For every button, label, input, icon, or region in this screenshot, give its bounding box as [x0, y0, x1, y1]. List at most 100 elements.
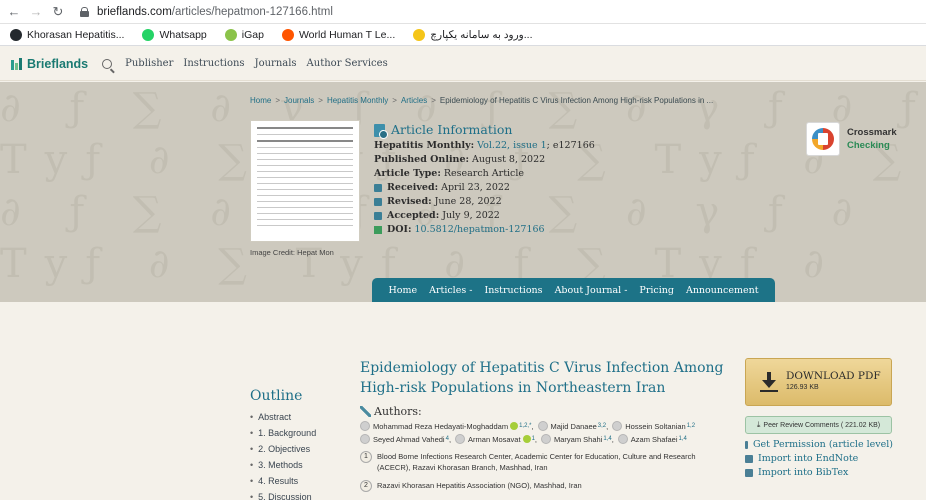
- journal-tab[interactable]: Announcement: [686, 285, 759, 296]
- lock-icon[interactable]: [80, 6, 89, 17]
- affiliation: 1 Blood Borne Infections Research Center,…: [360, 451, 730, 473]
- bookmark-item[interactable]: iGap: [224, 28, 264, 41]
- affiliation-list: 1 Blood Borne Infections Research Center,…: [360, 451, 730, 492]
- author-affiliation-number: 1,4: [603, 436, 612, 442]
- crossmark-status: Checking: [847, 140, 890, 151]
- brieflands-logo[interactable]: Brieflands: [11, 57, 88, 71]
- outline-item[interactable]: 5. Discussion: [250, 492, 316, 500]
- journal-tab[interactable]: Pricing: [639, 285, 674, 296]
- journal-tab[interactable]: Articles -: [429, 285, 472, 296]
- author[interactable]: Azam Shafaei 1,4: [617, 434, 687, 444]
- address-bar[interactable]: brieflands.com/articles/hepatmon-127166.…: [97, 6, 333, 18]
- nav-link-publisher[interactable]: Publisher: [125, 58, 173, 69]
- avatar-icon: [617, 434, 628, 444]
- author[interactable]: Majid Danaee 3,2,: [537, 421, 608, 431]
- affiliation-number: 1: [360, 451, 372, 463]
- tool-link[interactable]: Get Permission (article level): [745, 438, 893, 452]
- calendar-icon: [374, 184, 382, 192]
- crossmark-widget[interactable]: Crossmark Checking: [806, 122, 897, 156]
- github-icon: [10, 28, 22, 41]
- reload-icon[interactable]: ↻: [50, 4, 66, 20]
- avatar-icon: [537, 421, 548, 431]
- outline-item[interactable]: 4. Results: [250, 476, 316, 492]
- tool-link-label: Import into BibTex: [758, 467, 849, 478]
- author-name[interactable]: Majid Danaee: [551, 422, 597, 431]
- breadcrumb-current: Epidemiology of Hepatitis C Virus Infect…: [439, 96, 714, 105]
- peer-review-button[interactable]: ⤓ Peer Review Comments ( 221.02 KB): [745, 416, 892, 434]
- bookmark-item[interactable]: Khorasan Hepatitis...: [10, 28, 124, 41]
- author[interactable]: Hossein Soltanian 1,2: [612, 421, 695, 431]
- author-name[interactable]: Seyed Ahmad Vahedi: [373, 435, 445, 444]
- author[interactable]: Maryam Shahi 1,4,: [541, 434, 614, 444]
- author-name[interactable]: Mohammad Reza Hedayati-Moghaddam: [373, 422, 508, 431]
- breadcrumb-separator: >: [318, 96, 323, 105]
- journal-tab[interactable]: About Journal -: [555, 285, 628, 296]
- doi-link[interactable]: 10.5812/hepatmon-127166: [414, 223, 544, 237]
- breadcrumb-link[interactable]: Journals: [284, 96, 314, 105]
- url-path: /articles/hepatmon-127166.html: [171, 5, 333, 18]
- doi-icon: [374, 226, 382, 234]
- breadcrumb-link[interactable]: Hepatitis Monthly: [327, 96, 388, 105]
- author-name[interactable]: Maryam Shahi: [554, 435, 602, 444]
- nav-link-journals[interactable]: Journals: [255, 58, 297, 69]
- bookmark-label: ورود به سامانه یکپارچ...: [430, 28, 533, 41]
- author-name[interactable]: Arman Mosavat: [468, 435, 521, 444]
- crossmark-text: Crossmark Checking: [847, 127, 897, 151]
- author-separator: ,: [448, 434, 452, 444]
- avatar-icon: [612, 421, 623, 431]
- author-separator: ,: [534, 434, 537, 444]
- top-nav: Publisher Instructions Journals Author Serv…: [120, 58, 393, 69]
- back-arrow-icon[interactable]: ←: [6, 4, 22, 19]
- document-info-icon: [374, 123, 388, 139]
- breadcrumb-link[interactable]: Home: [250, 96, 271, 105]
- outline-item[interactable]: 2. Objectives: [250, 444, 316, 460]
- browser-toolbar: ← → ↻ brieflands.com/articles/hepatmon-1…: [0, 0, 926, 24]
- avatar-icon: [360, 434, 370, 444]
- outline-item[interactable]: Abstract: [250, 412, 316, 428]
- bookmark-item[interactable]: World Human T Le...: [281, 28, 396, 41]
- accepted-row: Accepted: July 9, 2022: [374, 209, 595, 223]
- endnote-icon: [745, 455, 753, 463]
- forward-arrow-icon[interactable]: →: [28, 4, 44, 19]
- tool-link[interactable]: Import into BibTex: [745, 466, 893, 480]
- orcid-icon[interactable]: [510, 422, 519, 430]
- avatar-icon: [541, 434, 551, 444]
- author[interactable]: Seyed Ahmad Vahedi 4,: [360, 434, 451, 444]
- bookmark-item[interactable]: Whatsapp: [142, 28, 207, 41]
- author-list: Mohammad Reza Hedayati-Moghaddam 1,2,*, Ma…: [360, 421, 730, 431]
- affiliation-text: Razavi Khorasan Hepatitis Association (N…: [377, 481, 582, 490]
- outline-item[interactable]: 3. Methods: [250, 460, 316, 476]
- pdf-size: 126.93 KB: [786, 384, 819, 391]
- authors-heading: Authors:: [360, 405, 730, 418]
- issue-link[interactable]: Vol.22, issue 1: [477, 139, 547, 153]
- bookmark-item[interactable]: ورود به سامانه یکپارچ...: [413, 28, 533, 41]
- nav-link-author-services[interactable]: Author Services: [307, 58, 388, 69]
- author-separator: ,: [531, 421, 534, 431]
- author[interactable]: Mohammad Reza Hedayati-Moghaddam 1,2,*,: [360, 421, 534, 431]
- bookmark-label: iGap: [241, 28, 264, 41]
- journal-nav: Home Articles - Instructions About Journal …: [372, 278, 775, 302]
- bookmark-label: World Human T Le...: [298, 28, 396, 41]
- journal-tab[interactable]: Home: [388, 285, 417, 296]
- tool-link[interactable]: Import into EndNote: [745, 452, 893, 466]
- author[interactable]: Arman Mosavat 1,: [455, 434, 537, 444]
- author-name[interactable]: Azam Shafaei: [631, 435, 678, 444]
- outline-list: Abstract1. Background2. Objectives3. Met…: [250, 412, 316, 500]
- thumbnail-caption: Image Credit: Hepat Mon: [250, 248, 334, 257]
- article-thumbnail[interactable]: [250, 120, 360, 242]
- permission-icon: [745, 441, 748, 449]
- journal-tab[interactable]: Instructions: [484, 285, 542, 296]
- author-name[interactable]: Hossein Soltanian: [625, 422, 685, 431]
- orcid-icon[interactable]: [522, 435, 531, 443]
- logo-text: Brieflands: [27, 56, 89, 71]
- download-pdf-button[interactable]: DOWNLOAD PDF 126.93 KB: [745, 358, 892, 406]
- crossmark-icon[interactable]: [806, 122, 840, 156]
- doi-row: DOI: 10.5812/hepatmon-127166: [374, 223, 595, 237]
- outline-item[interactable]: 1. Background: [250, 428, 316, 444]
- calendar-icon: [374, 198, 382, 206]
- download-small-icon: ⤓: [756, 420, 761, 429]
- outline-panel: Outline Abstract1. Background2. Objectiv…: [250, 388, 316, 500]
- search-icon[interactable]: [102, 58, 113, 69]
- breadcrumb-link[interactable]: Articles: [401, 96, 427, 105]
- nav-link-instructions[interactable]: Instructions: [183, 58, 244, 69]
